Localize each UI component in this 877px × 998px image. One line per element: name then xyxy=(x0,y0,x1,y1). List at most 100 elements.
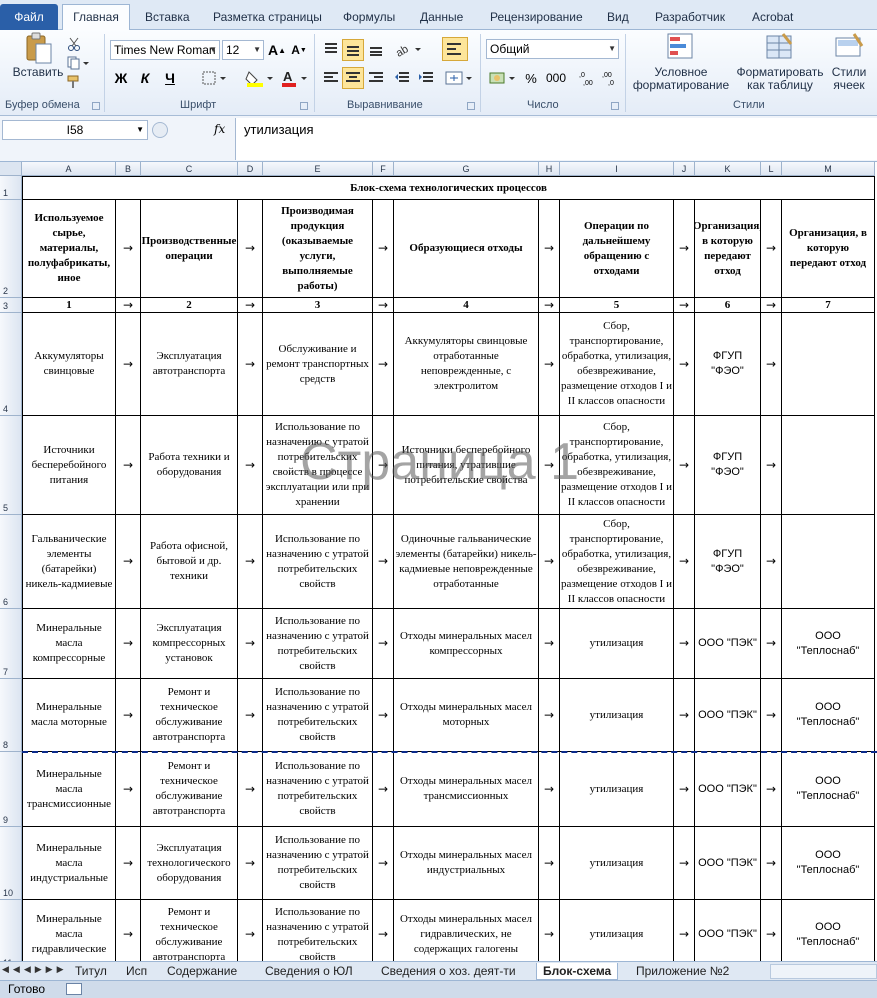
table-cell[interactable]: Используемое сырье, материалы, полуфабри… xyxy=(22,200,116,298)
table-cell[interactable]: утилизация xyxy=(560,752,674,827)
flow-arrow[interactable]: → xyxy=(373,609,394,679)
table-cell[interactable]: Источники бесперебойного питания, утрати… xyxy=(394,416,539,515)
tab-file[interactable]: Файл xyxy=(0,4,58,30)
table-cell[interactable]: Производственные операции xyxy=(141,200,238,298)
sheet-nav-icon[interactable]: ◀◀◀▶▶▶ xyxy=(2,964,68,975)
insert-function-button[interactable]: fx xyxy=(214,122,225,136)
orientation-icon[interactable]: ab xyxy=(394,39,424,59)
table-cell[interactable]: Отходы минеральных масел индустриальных xyxy=(394,827,539,900)
table-cell[interactable]: 3 xyxy=(263,298,373,313)
flow-arrow[interactable]: → xyxy=(539,313,560,416)
flow-arrow[interactable]: → xyxy=(674,313,695,416)
flow-arrow[interactable]: → xyxy=(674,827,695,900)
column-header[interactable]: M xyxy=(782,162,875,176)
flow-arrow[interactable]: → xyxy=(539,609,560,679)
font-size-select[interactable]: 12 ▼ xyxy=(222,40,264,60)
flow-arrow[interactable]: → xyxy=(373,200,394,298)
formula-expand-icon[interactable] xyxy=(152,122,168,138)
table-cell[interactable]: Операции по дальнейшему обращению с отхо… xyxy=(560,200,674,298)
tab-formulas[interactable]: Формулы xyxy=(343,7,395,27)
flow-arrow[interactable]: → xyxy=(539,416,560,515)
flow-arrow[interactable]: → xyxy=(238,298,263,313)
table-cell[interactable]: ООО "ПЭК" xyxy=(695,609,761,679)
table-cell[interactable] xyxy=(782,313,875,416)
flow-arrow[interactable]: → xyxy=(674,298,695,313)
flow-arrow[interactable]: → xyxy=(238,515,263,609)
column-header[interactable]: D xyxy=(238,162,263,176)
sheet-tab-title[interactable]: Титул xyxy=(75,963,107,980)
row-header[interactable]: 11 xyxy=(0,900,22,961)
increase-decimal-icon[interactable]: ,0,00 xyxy=(578,68,598,88)
table-cell[interactable]: Минеральные масла компрессорные xyxy=(22,609,116,679)
cut-icon[interactable] xyxy=(66,36,82,52)
align-bottom-icon[interactable] xyxy=(366,39,386,59)
table-cell[interactable]: утилизация xyxy=(560,609,674,679)
table-cell[interactable]: ООО "Теплоснаб" xyxy=(782,827,875,900)
horizontal-scrollbar[interactable] xyxy=(770,964,877,979)
table-cell[interactable]: Сбор, транспортирование, обработка, утил… xyxy=(560,416,674,515)
tab-developer[interactable]: Разработчик xyxy=(655,7,725,27)
sheet-tab-legal-entity[interactable]: Сведения о ЮЛ xyxy=(265,963,353,980)
flow-arrow[interactable]: → xyxy=(674,900,695,961)
flow-arrow[interactable]: → xyxy=(373,752,394,827)
table-cell[interactable]: Организация, в которую передают отход xyxy=(695,200,761,298)
cell-styles-button[interactable]: Стили ячеек xyxy=(824,32,874,92)
table-cell[interactable]: утилизация xyxy=(560,679,674,752)
column-header[interactable]: H xyxy=(539,162,560,176)
increase-indent-icon[interactable] xyxy=(416,68,436,88)
flow-arrow[interactable]: → xyxy=(761,313,782,416)
table-cell[interactable]: ООО "ПЭК" xyxy=(695,752,761,827)
row-header[interactable]: 1 xyxy=(0,176,22,200)
table-cell[interactable]: Сбор, транспортирование, обработка, утил… xyxy=(560,515,674,609)
table-cell[interactable]: Работа офисной, бытовой и др. техники xyxy=(141,515,238,609)
flow-arrow[interactable]: → xyxy=(674,515,695,609)
flow-arrow[interactable]: → xyxy=(238,900,263,961)
flow-arrow[interactable]: → xyxy=(116,515,141,609)
column-header[interactable]: L xyxy=(761,162,782,176)
flow-arrow[interactable]: → xyxy=(539,679,560,752)
table-cell[interactable]: Работа техники и оборудования xyxy=(141,416,238,515)
column-header[interactable]: F xyxy=(373,162,394,176)
flow-arrow[interactable]: → xyxy=(539,827,560,900)
table-cell[interactable]: Производимая продукция (оказываемые услу… xyxy=(263,200,373,298)
table-cell[interactable]: Отходы минеральных масел трансмиссионных xyxy=(394,752,539,827)
flow-arrow[interactable]: → xyxy=(539,515,560,609)
flow-arrow[interactable]: → xyxy=(674,752,695,827)
table-cell[interactable]: Отходы минеральных масел гидравлических,… xyxy=(394,900,539,961)
table-cell[interactable]: Использование по назначению с утратой по… xyxy=(263,515,373,609)
flow-arrow[interactable]: → xyxy=(238,416,263,515)
flow-arrow[interactable]: → xyxy=(238,313,263,416)
table-cell[interactable]: Одиночные гальванические элементы (батар… xyxy=(394,515,539,609)
percent-button[interactable]: % xyxy=(522,68,540,88)
flow-arrow[interactable]: → xyxy=(761,609,782,679)
align-right-icon[interactable] xyxy=(366,68,386,88)
flow-arrow[interactable]: → xyxy=(674,416,695,515)
clipboard-launcher-icon[interactable] xyxy=(92,102,100,110)
table-cell[interactable]: Отходы минеральных масел моторных xyxy=(394,679,539,752)
column-header[interactable]: B xyxy=(116,162,141,176)
wrap-text-icon[interactable] xyxy=(442,37,468,61)
table-cell[interactable]: 1 xyxy=(22,298,116,313)
sheet-title[interactable]: Блок-схема технологических процессов xyxy=(22,176,875,200)
merge-center-icon[interactable] xyxy=(444,68,474,88)
formula-input[interactable]: утилизация xyxy=(235,118,877,160)
format-painter-icon[interactable] xyxy=(66,74,82,90)
flow-arrow[interactable]: → xyxy=(373,416,394,515)
table-cell[interactable]: Минеральные масла трансмиссионные xyxy=(22,752,116,827)
table-cell[interactable]: ООО "Теплоснаб" xyxy=(782,679,875,752)
table-cell[interactable]: Источники бесперебойного питания xyxy=(22,416,116,515)
row-header[interactable]: 3 xyxy=(0,298,22,313)
column-header[interactable]: K xyxy=(695,162,761,176)
sheet-tab-isp[interactable]: Исп xyxy=(126,963,147,980)
number-format-select[interactable]: Общий ▼ xyxy=(486,39,619,59)
flow-arrow[interactable]: → xyxy=(674,200,695,298)
font-launcher-icon[interactable] xyxy=(300,102,308,110)
decrease-indent-icon[interactable] xyxy=(392,68,412,88)
tab-acrobat[interactable]: Acrobat xyxy=(752,7,793,27)
tab-review[interactable]: Рецензирование xyxy=(490,7,583,27)
flow-arrow[interactable]: → xyxy=(238,827,263,900)
decrease-decimal-icon[interactable]: ,00,0 xyxy=(601,68,621,88)
column-header[interactable]: A xyxy=(22,162,116,176)
sheet-tab-contents[interactable]: Содержание xyxy=(167,963,237,980)
worksheet-grid[interactable]: ABCDEFGHIJKLM 1 2 3 4 5 6 7 8 9 10 11 Блок-схема тех… xyxy=(0,162,877,961)
